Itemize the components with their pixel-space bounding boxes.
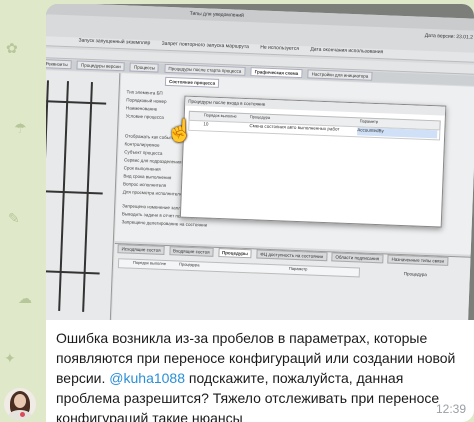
tab-processes[interactable]: Процессы <box>129 62 160 73</box>
cell-procedure: Смена состояния авто выполненных работ <box>249 123 340 132</box>
diagram-line <box>46 270 100 275</box>
tab-version-procedures[interactable]: Процедуры версии <box>76 60 125 72</box>
message-photo[interactable]: Типы для уведомлений Дата версии: 23.01.… <box>46 4 474 320</box>
background-doodle: ☂ <box>14 120 27 136</box>
background-doodle: ✿ <box>6 40 18 56</box>
column-header: Порядок выполне <box>203 112 237 119</box>
column-header: Порядок выполне <box>132 259 167 267</box>
form-field-label: Контролируемое <box>124 141 160 148</box>
cell-parameter[interactable]: AccountedBy <box>357 127 438 139</box>
hand-cursor-icon: ☝ <box>166 118 194 143</box>
form-field-label: Запрещено делегирование на состоянии <box>121 219 208 228</box>
lower-tab[interactable]: Области подписания <box>331 252 384 264</box>
lower-tab[interactable]: Исходящие состоя <box>117 244 165 255</box>
option-label: Не используется <box>260 44 300 52</box>
lower-panel: Исходящие состоя Входящие состоя Процеду… <box>111 243 471 320</box>
column-header: Процедура <box>249 114 271 120</box>
avatar-face <box>14 394 26 408</box>
form-field-label: Тип элемента БП <box>126 89 163 96</box>
avatar[interactable] <box>4 388 36 420</box>
form-field-label: Сервис для подразделения <box>123 157 182 165</box>
procedures-dialog: Процедуры после входа в состояние Порядо… <box>179 95 447 228</box>
tab-requisites[interactable]: Реквизиты <box>46 59 72 70</box>
tab-after-start[interactable]: Процедуры после старта процесса <box>164 63 246 76</box>
date-version-label: Дата версии: 23.01.2 <box>424 32 474 41</box>
message-time: 12:39 <box>435 402 466 416</box>
option-label: Запуск запущенный экземпляр <box>78 37 151 47</box>
form-field-label: Вопрос исполнителя <box>122 181 167 188</box>
tab-initiator-settings[interactable]: Настройки для инициатора <box>307 69 373 81</box>
avatar-flower <box>20 412 25 417</box>
message-bubble: Типы для уведомлений Дата версии: 23.01.… <box>46 4 474 422</box>
message-text: Ошибка возникла из-за пробелов в парамет… <box>56 328 468 422</box>
lower-right-label: Процедура <box>403 271 427 278</box>
process-diagram <box>46 69 121 320</box>
option-label: Дата окончания использования <box>310 46 384 56</box>
background-doodle: ☁ <box>18 290 32 306</box>
background-doodle: ✦ <box>4 350 16 366</box>
app-title: Типы для уведомлений <box>189 10 244 19</box>
form-field-label: Для просмотра исполнителем <box>122 189 186 197</box>
column-header: Процедура <box>178 261 200 268</box>
form-field-label: Порядковый номер <box>126 97 167 104</box>
option-label: Запрет повторного запуска маршрута <box>161 40 250 51</box>
tab-process-state[interactable]: Состояние процесса <box>164 76 220 88</box>
lower-tab[interactable]: ФЦ доступность на состоянии <box>256 249 328 262</box>
diagram-line <box>46 80 49 311</box>
tab-graphic-scheme[interactable]: Графическая схема <box>250 67 303 79</box>
column-header: Параметр <box>359 118 379 125</box>
lower-tab[interactable]: Входящие состоя <box>168 246 214 257</box>
lower-tab[interactable]: Назначенные типы связи <box>387 254 449 266</box>
column-header: Параметр <box>288 265 308 272</box>
mention-link[interactable]: @kuha1088 <box>109 370 185 386</box>
form-field-label: Вид срока выполнения <box>123 173 172 181</box>
diagram-line <box>46 190 103 195</box>
photographed-screen: Типы для уведомлений Дата версии: 23.01.… <box>46 4 474 320</box>
diagram-line <box>46 100 107 105</box>
form-field-label: Субъект процесса <box>124 149 163 156</box>
app-title-bar: Типы для уведомлений Дата версии: 23.01.… <box>46 4 474 41</box>
form-field-label: Срок выполнения <box>123 165 161 172</box>
form-field-label: Условие процесса <box>125 113 164 120</box>
diagram-line <box>82 82 93 312</box>
lower-tab-procedures[interactable]: Процедуры <box>217 248 253 259</box>
cell-order: 10 <box>203 121 209 127</box>
background-doodle: ✎ <box>8 210 20 226</box>
diagram-line <box>58 81 69 312</box>
form-field-label: Наименование <box>125 105 158 112</box>
